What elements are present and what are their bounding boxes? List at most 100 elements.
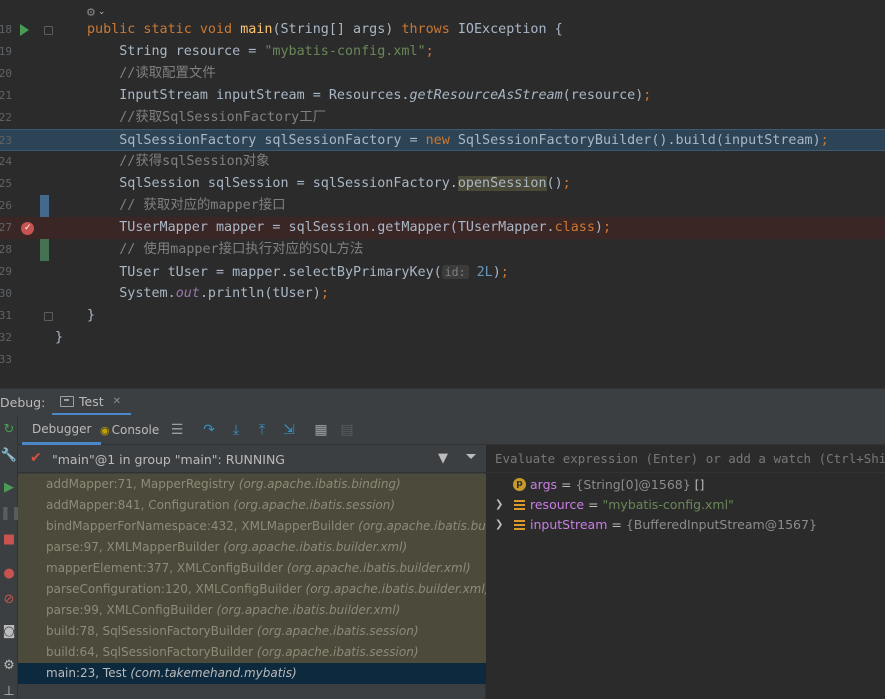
- code-line[interactable]: 26 // 获取对应的mapper接口: [0, 195, 885, 217]
- line-number[interactable]: 25: [0, 173, 12, 195]
- code-text: //获得sqlSession对象: [87, 154, 270, 169]
- run-gutter-icon[interactable]: [20, 24, 29, 36]
- pause-icon[interactable]: ❚❚: [0, 505, 22, 523]
- code-line[interactable]: 33: [0, 349, 885, 371]
- code-line[interactable]: 27 ✓ TUserMapper mapper = sqlSession.getM…: [0, 217, 885, 239]
- field-icon: [514, 520, 525, 530]
- camera-icon[interactable]: ◙: [0, 623, 18, 641]
- breakpoint-check-icon: ✓: [24, 223, 32, 233]
- line-number[interactable]: 19: [0, 41, 12, 63]
- stack-frame[interactable]: build:64, SqlSessionFactoryBuilder (org.…: [18, 642, 486, 663]
- line-number[interactable]: 27: [0, 217, 12, 239]
- code-line[interactable]: 18 public static void main(String[] args)…: [0, 19, 885, 41]
- rerun-icon[interactable]: ↻: [0, 421, 18, 439]
- code-line[interactable]: 23 SqlSessionFactory sqlSessionFactory =…: [0, 129, 885, 151]
- frames-list: addMapper:71, MapperRegistry (org.apache…: [18, 474, 486, 684]
- stack-frame[interactable]: mapperElement:377, XMLConfigBuilder (org…: [18, 558, 486, 579]
- code-line[interactable]: 19 String resource = "mybatis-config.xml…: [0, 41, 885, 63]
- filter-icon[interactable]: ▼: [438, 451, 448, 466]
- fold-icon[interactable]: [44, 312, 53, 321]
- mute-breakpoints-icon[interactable]: ⊘: [0, 591, 18, 609]
- debug-side-toolbar: ↻ 🔧 ▶ ❚❚ ■ ● ⊘ ◙ ⚙ ⊥: [0, 415, 22, 699]
- stack-frame[interactable]: main:23, Test (com.takemehand.mybatis): [18, 663, 486, 684]
- variable-row[interactable]: ❯ inputStream = {BufferedInputStream@1567…: [487, 515, 885, 535]
- code-text: TUserMapper mapper = sqlSession.getMappe…: [87, 220, 612, 235]
- code-text: TUser tUser = mapper.selectByPrimaryKey(…: [87, 265, 509, 280]
- variable-text: inputStream = {BufferedInputStream@1567}: [530, 517, 817, 532]
- line-number[interactable]: 24: [0, 151, 12, 173]
- line-number[interactable]: 21: [0, 85, 12, 107]
- view-breakpoints-icon[interactable]: ●: [0, 565, 18, 583]
- pin-icon[interactable]: ⊥: [0, 683, 18, 699]
- line-number[interactable]: 26: [0, 195, 12, 217]
- stack-frame[interactable]: bindMapperForNamespace:432, XMLMapperBui…: [18, 516, 486, 537]
- line-number[interactable]: 29: [0, 261, 12, 283]
- threads-menu-icon[interactable]: ☰: [169, 422, 185, 438]
- stack-frame[interactable]: parse:99, XMLConfigBuilder (org.apache.i…: [18, 600, 486, 621]
- stop-icon[interactable]: ■: [0, 531, 18, 549]
- code-line[interactable]: 30 System.out.println(tUser);: [0, 283, 885, 305]
- chevron-down-icon: ⌄: [97, 7, 106, 17]
- step-out-icon[interactable]: ⤒: [254, 422, 270, 438]
- frames-panel: ✔ "main"@1 in group "main": RUNNING ▼ ad…: [18, 445, 486, 699]
- code-line[interactable]: 24 //获得sqlSession对象: [0, 151, 885, 173]
- line-number[interactable]: 22: [0, 107, 12, 129]
- code-editor[interactable]: ⚙ ⌄ 18 public static void main(String[] a…: [0, 0, 885, 388]
- stack-frame[interactable]: build:78, SqlSessionFactoryBuilder (org.…: [18, 621, 486, 642]
- vcs-change-marker[interactable]: [40, 195, 49, 217]
- resume-icon[interactable]: ▶: [0, 479, 18, 497]
- line-number[interactable]: 23: [0, 130, 12, 152]
- parameter-icon: p: [513, 478, 526, 491]
- stack-frame[interactable]: parseConfiguration:120, XMLConfigBuilder…: [18, 579, 486, 600]
- code-line[interactable]: 21 InputStream inputStream = Resources.g…: [0, 85, 885, 107]
- evaluate-expression-input[interactable]: [487, 445, 885, 473]
- thread-check-icon: ✔: [30, 450, 42, 466]
- code-line[interactable]: 22 //获取SqlSessionFactory工厂: [0, 107, 885, 129]
- chevron-down-icon[interactable]: [466, 454, 476, 459]
- variable-row[interactable]: p args = {String[0]@1568} []: [487, 475, 885, 495]
- tab-debugger[interactable]: Debugger: [22, 415, 102, 445]
- settings-gear-icon[interactable]: ⚙: [0, 657, 18, 675]
- code-line[interactable]: 32}: [0, 327, 885, 349]
- stack-frame[interactable]: parse:97, XMLMapperBuilder (org.apache.i…: [18, 537, 486, 558]
- line-number[interactable]: 33: [0, 349, 12, 371]
- line-number[interactable]: 30: [0, 283, 12, 305]
- code-text: InputStream inputStream = Resources.getR…: [87, 88, 652, 103]
- variables-panel: p args = {String[0]@1568} [] ❯ resource = "…: [487, 445, 885, 699]
- line-number[interactable]: 31: [0, 305, 12, 327]
- gear-icon: ⚙: [86, 5, 96, 19]
- code-text: }: [87, 308, 96, 323]
- line-number[interactable]: 20: [0, 63, 12, 85]
- code-line[interactable]: 25 SqlSession sqlSession = sqlSessionFac…: [0, 173, 885, 195]
- code-line[interactable]: 31}: [0, 305, 885, 327]
- stack-frame[interactable]: addMapper:71, MapperRegistry (org.apache…: [18, 474, 486, 495]
- tab-run-config-test[interactable]: Test ✕: [52, 389, 132, 416]
- chevron-right-icon[interactable]: ❯: [495, 515, 503, 535]
- code-line[interactable]: 20 //读取配置文件: [0, 63, 885, 85]
- code-line[interactable]: 29 TUser tUser = mapper.selectByPrimaryK…: [0, 261, 885, 283]
- vcs-change-marker[interactable]: [40, 239, 49, 261]
- code-text: //获取SqlSessionFactory工厂: [87, 110, 326, 125]
- code-text: //读取配置文件: [87, 66, 216, 81]
- debug-toolbar: Debugger ◉ Console ☰ ↷ ⤓ ⤒ ⇲ ▦ ▤: [0, 415, 885, 445]
- step-over-icon[interactable]: ↷: [201, 422, 217, 438]
- line-number[interactable]: 28: [0, 239, 12, 261]
- step-into-icon[interactable]: ⤓: [228, 422, 244, 438]
- tab-console-label: Console: [111, 423, 160, 437]
- tab-console[interactable]: ◉ Console: [100, 415, 159, 445]
- chevron-right-icon[interactable]: ❯: [495, 495, 503, 515]
- line-number[interactable]: 18: [0, 19, 12, 41]
- close-icon[interactable]: ✕: [113, 396, 121, 407]
- line-number[interactable]: 32: [0, 327, 12, 349]
- evaluate-expression-icon[interactable]: ▦: [313, 422, 329, 438]
- stack-frame[interactable]: addMapper:841, Configuration (org.apache…: [18, 495, 486, 516]
- code-line[interactable]: 28 // 使用mapper接口执行对应的SQL方法: [0, 239, 885, 261]
- thread-selector[interactable]: ✔ "main"@1 in group "main": RUNNING ▼: [18, 445, 486, 473]
- fold-icon[interactable]: [44, 26, 53, 35]
- code-text: }: [55, 330, 64, 345]
- wrench-icon[interactable]: 🔧: [0, 447, 18, 465]
- run-config-icon: [60, 395, 74, 407]
- variable-row[interactable]: ❯ resource = "mybatis-config.xml": [487, 495, 885, 515]
- trace-stream-icon[interactable]: ▤: [339, 422, 355, 438]
- run-to-cursor-icon[interactable]: ⇲: [281, 422, 297, 438]
